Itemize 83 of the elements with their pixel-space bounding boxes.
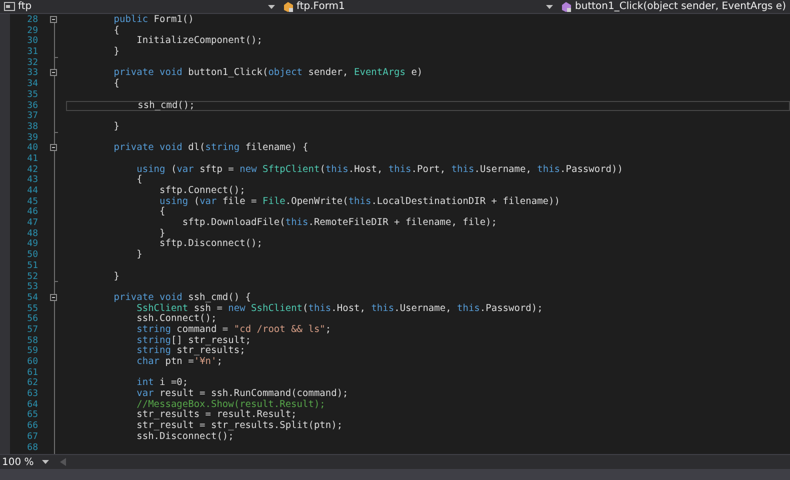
collapse-icon[interactable] — [50, 294, 57, 301]
code-line: { — [158, 207, 166, 218]
line-number: 59 — [26, 346, 39, 357]
code-line: } — [112, 47, 120, 58]
code-line: ssh.Disconnect(); — [136, 432, 235, 442]
line-number: 47 — [26, 218, 39, 229]
line-number: 31 — [26, 47, 39, 58]
code-line: InitializeComponent(); — [136, 36, 264, 48]
code-line: { — [112, 26, 120, 36]
line-number: 54 — [26, 292, 39, 304]
code-line: SshClient ssh = new SshClient(this.Host, this.Username, this.Password); — [136, 304, 544, 314]
line-number: 68 — [26, 442, 39, 454]
code-line: var result = ssh.RunCommand(command); — [136, 389, 350, 400]
line-number: 61 — [26, 368, 39, 378]
line-number: 56 — [26, 314, 39, 325]
line-number: 33 — [26, 68, 39, 79]
code-line: sftp.Connect(); — [158, 186, 246, 196]
line-number: 62 — [26, 378, 39, 389]
line-number: 35 — [26, 90, 39, 100]
line-number: 40 — [26, 143, 39, 154]
line-number: 29 — [26, 26, 39, 36]
line-number: 66 — [26, 421, 39, 432]
line-number: 37 — [26, 111, 39, 122]
line-number: 64 — [26, 400, 39, 410]
code-line: string command = "cd /root && ls"; — [136, 324, 332, 336]
line-number: 63 — [26, 389, 39, 400]
line-number: 49 — [26, 239, 39, 250]
scroll-left-icon — [60, 458, 66, 466]
line-number: 34 — [26, 79, 39, 90]
code-line: string[] str_result; — [136, 336, 252, 346]
line-number: 41 — [26, 154, 39, 165]
code-line: int i =0; — [136, 378, 190, 388]
line-number: 38 — [26, 122, 39, 133]
code-line: } — [158, 228, 166, 239]
line-number: 28 — [26, 15, 39, 26]
caret-icon — [546, 4, 554, 8]
line-number: 57 — [26, 324, 39, 336]
line-number: 48 — [26, 228, 39, 239]
line-number: 45 — [26, 196, 39, 207]
code-line: string str_results; — [136, 346, 246, 356]
line-number: 36 — [26, 100, 39, 111]
code-line: sftp.Disconnect(); — [158, 239, 264, 250]
collapse-icon[interactable] — [50, 16, 57, 23]
code-line: { — [112, 79, 120, 90]
line-number: 42 — [26, 164, 39, 175]
line-number: 39 — [26, 132, 39, 143]
line-number: 58 — [26, 336, 39, 346]
code-line: private void dl(string filename) { — [112, 143, 310, 154]
line-number: 60 — [26, 357, 39, 368]
line-number: 43 — [26, 175, 39, 186]
line-number: 50 — [26, 250, 39, 261]
line-number: 46 — [26, 207, 39, 218]
code-line: { — [136, 175, 142, 186]
line-number: 67 — [26, 432, 39, 442]
code-line: ssh.Connect(); — [136, 314, 218, 324]
code-line: } — [136, 250, 144, 261]
caret-icon — [268, 4, 275, 8]
line-number: 65 — [26, 410, 39, 421]
code-line: private void ssh_cmd() { — [112, 292, 252, 304]
code-line: char ptn ='¥n'; — [136, 357, 224, 368]
code-line: sftp.DownloadFile(this.RemoteFileDIR + filename, file); — [181, 218, 498, 229]
code-line: } — [112, 272, 120, 282]
line-number: 52 — [26, 272, 39, 282]
code-line: str_results = result.Result; — [136, 410, 298, 420]
code-line: public Form1() — [112, 15, 195, 26]
code-line: str_result = str_results.Split(ptn); — [136, 421, 344, 432]
code-line: using (var sftp = new SftpClient(this.Host, this.Port, this.Username, this.Password)) — [136, 164, 624, 175]
line-number: 51 — [26, 260, 39, 272]
method-icon — [561, 1, 572, 12]
line-number: 55 — [26, 304, 39, 314]
project-icon — [4, 1, 15, 12]
code-line: } — [112, 122, 120, 133]
line-number: 44 — [26, 186, 39, 197]
code-line: private void button1_Click(object sender, EventArgs e) — [112, 68, 424, 78]
collapse-icon[interactable] — [50, 144, 57, 152]
line-number: 53 — [26, 282, 39, 293]
class-icon — [282, 1, 294, 12]
collapse-icon[interactable] — [50, 69, 57, 76]
code-line: using (var file = File.OpenWrite(this.LocalDestinationDIR + filename)) — [158, 196, 561, 207]
caret-icon — [42, 460, 49, 464]
code-line: //MessageBox.Show(result.Result); — [136, 400, 326, 410]
line-number: 32 — [26, 58, 39, 68]
line-number: 30 — [26, 36, 39, 47]
